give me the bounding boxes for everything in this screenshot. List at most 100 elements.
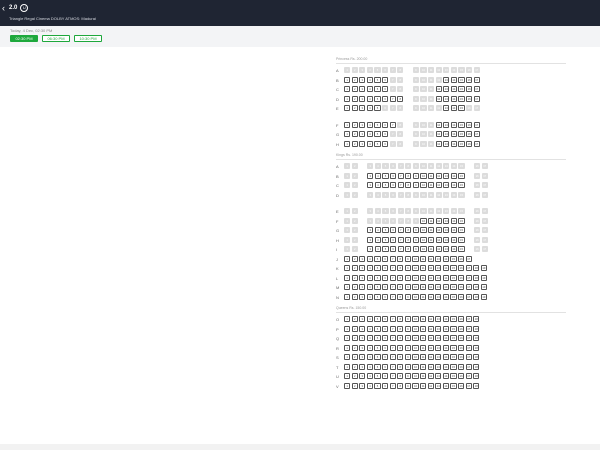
seat-available[interactable]: 7 (389, 373, 396, 380)
seat-available[interactable]: 8 (405, 236, 412, 243)
seat-available[interactable]: 10 (420, 227, 427, 234)
seat-available[interactable]: 14 (442, 335, 449, 342)
seat-available[interactable]: 5 (374, 76, 381, 83)
seat-available[interactable]: 3 (359, 325, 366, 332)
seat-available[interactable]: 10 (412, 344, 419, 351)
seat-available[interactable]: 17 (473, 95, 480, 102)
seat-available[interactable]: 9 (404, 354, 411, 361)
seat-available[interactable]: 2 (351, 95, 358, 102)
seat-available[interactable]: 1 (344, 363, 351, 370)
seat-available[interactable]: 12 (427, 344, 434, 351)
seat-available[interactable]: 8 (397, 363, 404, 370)
seat-available[interactable]: 11 (420, 344, 427, 351)
seat-available[interactable]: 11 (420, 293, 427, 300)
seat-available[interactable]: 5 (374, 316, 381, 323)
seat-available[interactable]: 1 (344, 140, 351, 147)
seat-available[interactable]: 5 (374, 265, 381, 272)
seat-available[interactable]: 15 (450, 344, 457, 351)
seat-available[interactable]: 4 (366, 363, 373, 370)
seat-available[interactable]: 7 (397, 227, 404, 234)
seat-available[interactable]: 7 (397, 236, 404, 243)
seat-available[interactable]: 4 (366, 293, 373, 300)
seat-available[interactable]: 13 (435, 335, 442, 342)
seat-available[interactable]: 2 (351, 293, 358, 300)
seat-available[interactable]: 13 (435, 274, 442, 281)
seat-available[interactable]: 4 (366, 76, 373, 83)
seat-available[interactable]: 16 (458, 265, 465, 272)
seat-available[interactable]: 2 (351, 86, 358, 93)
seat-available[interactable]: 2 (351, 131, 358, 138)
seat-available[interactable]: 5 (382, 182, 389, 189)
seat-available[interactable]: 5 (374, 373, 381, 380)
seat-available[interactable]: 15 (458, 227, 465, 234)
seat-available[interactable]: 14 (450, 105, 457, 112)
seat-available[interactable]: 9 (404, 265, 411, 272)
seat-available[interactable]: 9 (412, 246, 419, 253)
seat-available[interactable]: 7 (389, 284, 396, 291)
seat-available[interactable]: 13 (435, 293, 442, 300)
seat-available[interactable]: 14 (442, 325, 449, 332)
seat-available[interactable]: 9 (412, 172, 419, 179)
seat-available[interactable]: 12 (435, 227, 442, 234)
seat-available[interactable]: 14 (450, 86, 457, 93)
seat-available[interactable]: 15 (458, 131, 465, 138)
seat-available[interactable]: 3 (359, 274, 366, 281)
seat-available[interactable]: 7 (389, 265, 396, 272)
seat-available[interactable]: 5 (374, 274, 381, 281)
seat-available[interactable]: 14 (442, 293, 449, 300)
seat-available[interactable]: 4 (366, 86, 373, 93)
seat-available[interactable]: 7 (389, 316, 396, 323)
seat-available[interactable]: 16 (466, 121, 473, 128)
seat-available[interactable]: 11 (428, 227, 435, 234)
seat-available[interactable]: 6 (382, 86, 389, 93)
seat-available[interactable]: 3 (359, 76, 366, 83)
seat-available[interactable]: 15 (450, 325, 457, 332)
seat-available[interactable]: 9 (412, 236, 419, 243)
seat-available[interactable]: 13 (435, 325, 442, 332)
seat-available[interactable]: 15 (458, 95, 465, 102)
seat-available[interactable]: 8 (397, 95, 404, 102)
seat-available[interactable]: 14 (450, 182, 457, 189)
seat-available[interactable]: 12 (427, 373, 434, 380)
seat-available[interactable]: 9 (404, 255, 411, 262)
seat-available[interactable]: 7 (389, 363, 396, 370)
seat-available[interactable]: 8 (405, 172, 412, 179)
seat-available[interactable]: 14 (442, 255, 449, 262)
seat-available[interactable]: 3 (367, 236, 374, 243)
seat-available[interactable]: 4 (366, 335, 373, 342)
seat-available[interactable]: 7 (397, 182, 404, 189)
seat-available[interactable]: 2 (351, 255, 358, 262)
seat-available[interactable]: 3 (367, 182, 374, 189)
seat-available[interactable]: 3 (359, 86, 366, 93)
seat-available[interactable]: 1 (344, 344, 351, 351)
seat-available[interactable]: 15 (458, 105, 465, 112)
seat-available[interactable]: 16 (466, 95, 473, 102)
seat-available[interactable]: 15 (450, 354, 457, 361)
seat-available[interactable]: 17 (465, 293, 472, 300)
seat-available[interactable]: 17 (473, 121, 480, 128)
seat-available[interactable]: 1 (344, 274, 351, 281)
seat-available[interactable]: 17 (473, 131, 480, 138)
seat-available[interactable]: 10 (420, 217, 427, 224)
seat-available[interactable]: 2 (351, 121, 358, 128)
seat-available[interactable]: 13 (435, 382, 442, 389)
seat-available[interactable]: 3 (367, 246, 374, 253)
seat-available[interactable]: 12 (435, 236, 442, 243)
seat-available[interactable]: 12 (427, 274, 434, 281)
seat-available[interactable]: 4 (374, 236, 381, 243)
seat-available[interactable]: 13 (443, 227, 450, 234)
seat-available[interactable]: 4 (366, 354, 373, 361)
seat-available[interactable]: 11 (428, 217, 435, 224)
seat-available[interactable]: 15 (450, 284, 457, 291)
seat-available[interactable]: 19 (480, 265, 487, 272)
seat-available[interactable]: 6 (382, 373, 389, 380)
seat-available[interactable]: 12 (427, 363, 434, 370)
seat-available[interactable]: 11 (428, 246, 435, 253)
seat-available[interactable]: 18 (473, 316, 480, 323)
seat-available[interactable]: 4 (366, 373, 373, 380)
seat-available[interactable]: 7 (389, 274, 396, 281)
seat-available[interactable]: 6 (382, 354, 389, 361)
seat-available[interactable]: 11 (420, 274, 427, 281)
seat-available[interactable]: 8 (397, 274, 404, 281)
seat-available[interactable]: 13 (443, 121, 450, 128)
